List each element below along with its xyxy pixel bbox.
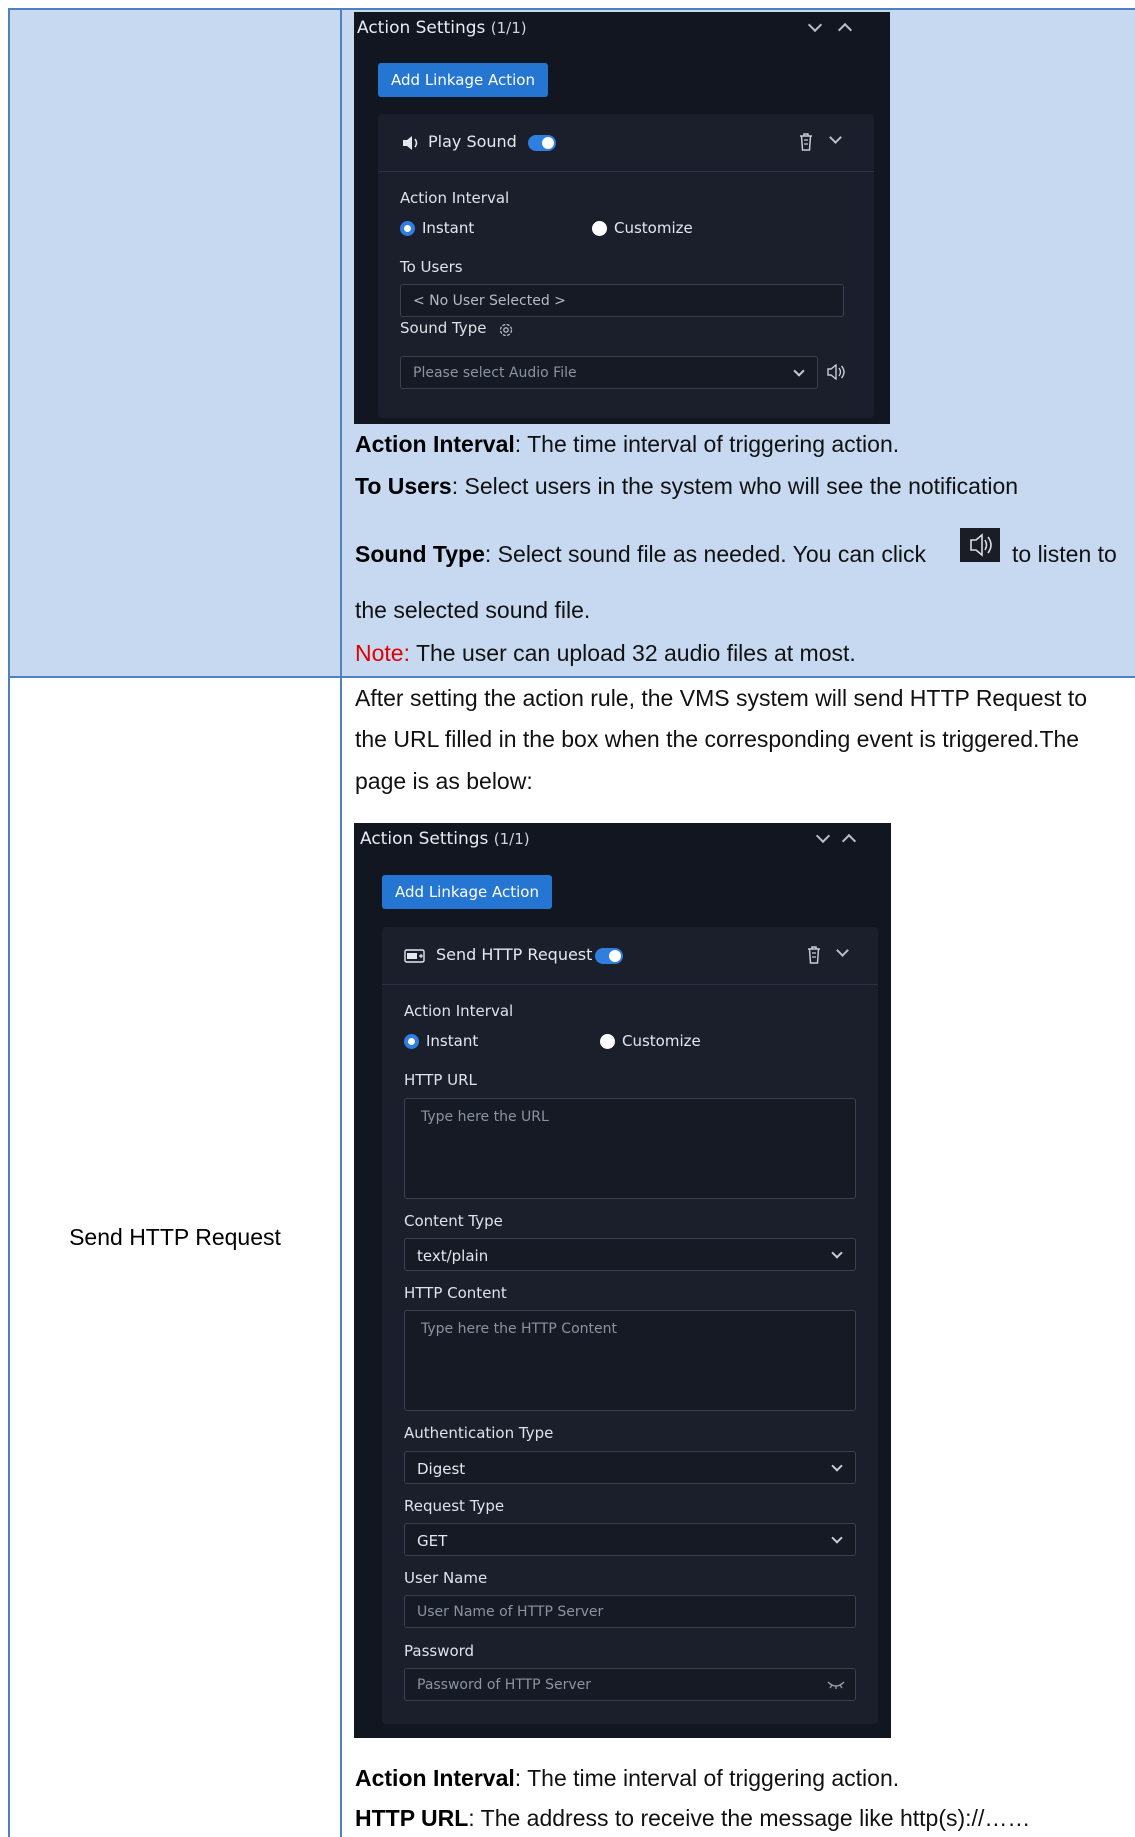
trash-icon[interactable] bbox=[806, 945, 822, 965]
row2-label-cell bbox=[10, 678, 340, 1837]
http-url-label: HTTP URL bbox=[404, 1071, 477, 1089]
customize-radio[interactable] bbox=[592, 221, 607, 236]
hide-password-eye-icon[interactable] bbox=[827, 1680, 845, 1690]
dropdown-chevron-icon bbox=[831, 1460, 843, 1472]
password-label: Password bbox=[404, 1642, 475, 1660]
desc-http-url: HTTP URL: The address to receive the mes… bbox=[355, 1805, 1031, 1831]
collapse-chevron-icon[interactable] bbox=[807, 17, 823, 33]
http-content-label: HTTP Content bbox=[404, 1284, 507, 1302]
card-header: Send HTTP Request bbox=[382, 927, 878, 985]
play-sound-panel: Action Settings (1/1) Add Linkage Action… bbox=[354, 12, 890, 424]
desc-to-users: To Users: Select users in the system who… bbox=[355, 473, 1019, 499]
content-type-label: Content Type bbox=[404, 1212, 503, 1230]
trash-icon[interactable] bbox=[798, 132, 814, 152]
intro-line-3: page is as below: bbox=[355, 768, 533, 794]
expand-chevron-icon[interactable] bbox=[837, 22, 853, 38]
panel-title: Action Settings (1/1) bbox=[357, 18, 527, 38]
speaker-icon bbox=[403, 136, 418, 150]
card-title: Send HTTP Request bbox=[436, 945, 593, 964]
inline-speaker-icon bbox=[960, 528, 1000, 562]
password-input[interactable]: Password of HTTP Server bbox=[404, 1668, 856, 1701]
instant-radio-label: Instant bbox=[422, 219, 475, 237]
customize-radio-label: Customize bbox=[614, 219, 693, 237]
dropdown-chevron-icon bbox=[831, 1532, 843, 1544]
customize-radio[interactable] bbox=[600, 1034, 615, 1049]
send-http-request-card: Send HTTP Request Action Interval Instan… bbox=[382, 927, 878, 1724]
panel-title: Action Settings (1/1) bbox=[360, 829, 530, 849]
content-type-select[interactable]: text/plain bbox=[404, 1238, 856, 1271]
customize-radio-label: Customize bbox=[622, 1032, 701, 1050]
card-chevron-down-icon[interactable] bbox=[836, 944, 849, 957]
row-label-send-http-request: Send HTTP Request bbox=[69, 1224, 281, 1250]
request-type-label: Request Type bbox=[404, 1497, 505, 1515]
intro-line-2: the URL filled in the box when the corre… bbox=[355, 726, 1080, 752]
note-text: Note: The user can upload 32 audio files… bbox=[355, 640, 856, 666]
user-name-input[interactable]: User Name of HTTP Server bbox=[404, 1595, 856, 1628]
authentication-type-label: Authentication Type bbox=[404, 1424, 554, 1442]
collapse-chevron-icon[interactable] bbox=[815, 828, 831, 844]
dropdown-chevron-icon bbox=[793, 365, 805, 377]
action-interval-label: Action Interval bbox=[404, 1002, 514, 1020]
enable-toggle[interactable] bbox=[528, 135, 556, 151]
add-linkage-action-button[interactable]: Add Linkage Action bbox=[378, 63, 548, 97]
authentication-type-select[interactable]: Digest bbox=[404, 1451, 856, 1484]
card-title: Play Sound bbox=[428, 132, 517, 151]
play-sound-card: Play Sound Action Interval Instant Custo… bbox=[378, 114, 874, 418]
desc-action-interval: Action Interval: The time interval of tr… bbox=[355, 431, 900, 457]
desc-sound-type-cont: to listen to bbox=[1012, 541, 1117, 567]
column-divider bbox=[340, 8, 342, 1837]
user-name-label: User Name bbox=[404, 1569, 488, 1587]
send-http-panel: Action Settings (1/1) Add Linkage Action… bbox=[354, 823, 891, 1738]
play-audio-speaker-icon[interactable] bbox=[826, 364, 846, 380]
instant-radio-label: Instant bbox=[426, 1032, 479, 1050]
enable-toggle[interactable] bbox=[595, 948, 623, 964]
http-icon bbox=[404, 949, 425, 963]
desc-sound-type-line2: the selected sound file. bbox=[355, 597, 591, 623]
intro-line-1: After setting the action rule, the VMS s… bbox=[355, 685, 1088, 711]
sound-type-select[interactable]: Please select Audio File bbox=[400, 356, 818, 389]
instant-radio[interactable] bbox=[400, 221, 415, 236]
dropdown-chevron-icon bbox=[831, 1247, 843, 1259]
request-type-select[interactable]: GET bbox=[404, 1523, 856, 1556]
card-header: Play Sound bbox=[378, 114, 874, 172]
sound-type-label: Sound Type bbox=[400, 319, 487, 337]
expand-chevron-icon[interactable] bbox=[841, 833, 857, 849]
http-url-textarea[interactable]: Type here the URL bbox=[404, 1098, 856, 1199]
http-content-textarea[interactable]: Type here the HTTP Content bbox=[404, 1310, 856, 1411]
to-users-label: To Users bbox=[400, 258, 463, 276]
action-interval-label: Action Interval bbox=[400, 189, 510, 207]
add-linkage-action-button[interactable]: Add Linkage Action bbox=[382, 875, 552, 909]
to-users-field[interactable]: < No User Selected > bbox=[400, 284, 844, 317]
settings-gear-icon[interactable] bbox=[498, 322, 514, 338]
desc-action-interval-2: Action Interval: The time interval of tr… bbox=[355, 1765, 900, 1791]
instant-radio[interactable] bbox=[404, 1034, 419, 1049]
card-chevron-down-icon[interactable] bbox=[829, 131, 842, 144]
